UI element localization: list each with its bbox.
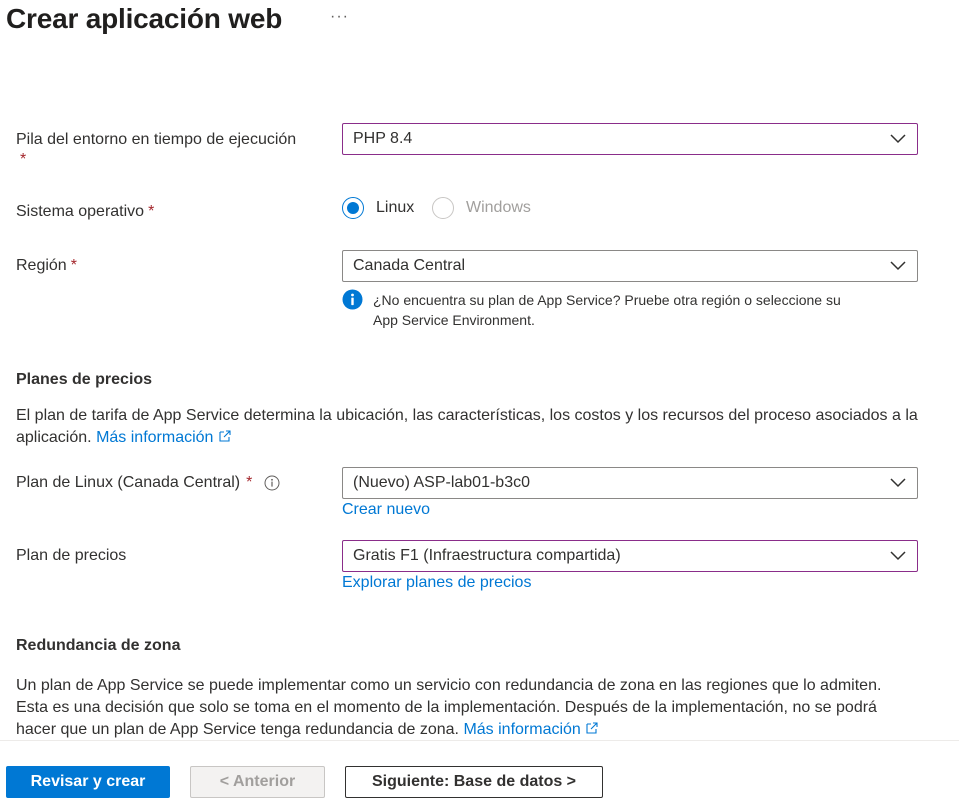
region-info-message: ¿No encuentra su plan de App Service? Pr…	[373, 290, 841, 330]
os-radio-windows-label: Windows	[466, 199, 531, 216]
os-radio-linux[interactable]: Linux	[342, 197, 414, 219]
review-create-button[interactable]: Revisar y crear	[6, 766, 170, 798]
region-info-line1: ¿No encuentra su plan de App Service? Pr…	[373, 292, 841, 308]
zone-redundancy-description: Un plan de App Service se puede implemen…	[16, 675, 906, 741]
linux-plan-label-text: Plan de Linux (Canada Central)	[16, 474, 241, 491]
required-asterisk: *	[246, 474, 253, 491]
os-label-text: Sistema operativo	[16, 203, 145, 220]
pricing-plan-value: Gratis F1 (Infraestructura compartida)	[353, 547, 621, 564]
pricing-plans-learn-more-link[interactable]: Más información	[96, 429, 232, 446]
chevron-down-icon	[889, 133, 907, 145]
create-new-plan-link[interactable]: Crear nuevo	[342, 501, 430, 519]
pricing-plan-dropdown[interactable]: Gratis F1 (Infraestructura compartida)	[342, 540, 918, 572]
required-asterisk: *	[148, 203, 155, 220]
next-database-button[interactable]: Siguiente: Base de datos >	[345, 766, 603, 798]
runtime-stack-dropdown[interactable]: PHP 8.4	[342, 123, 918, 155]
runtime-label-text: Pila del entorno en tiempo de ejecución	[16, 131, 297, 148]
os-radio-windows[interactable]: Windows	[432, 197, 531, 219]
pricing-plans-heading: Planes de precios	[16, 371, 153, 388]
linux-plan-label: Plan de Linux (Canada Central) *	[16, 474, 280, 492]
chevron-down-icon	[889, 477, 907, 489]
more-options-icon[interactable]: ···	[330, 8, 349, 26]
region-info-icon	[342, 289, 363, 315]
required-asterisk: *	[20, 151, 27, 168]
pricing-plans-description: El plan de tarifa de App Service determi…	[16, 405, 936, 449]
region-info-line2: App Service Environment.	[373, 312, 535, 328]
linux-plan-value: (Nuevo) ASP-lab01-b3c0	[353, 474, 530, 491]
region-label-text: Región	[16, 257, 67, 274]
zone-redundancy-description-text: Un plan de App Service se puede implemen…	[16, 677, 882, 738]
chevron-down-icon	[889, 260, 907, 272]
zone-redundancy-heading: Redundancia de zona	[16, 637, 181, 654]
explore-pricing-plans-link[interactable]: Explorar planes de precios	[342, 574, 531, 592]
region-dropdown[interactable]: Canada Central	[342, 250, 918, 282]
info-circle-icon[interactable]	[264, 475, 280, 491]
required-asterisk: *	[70, 257, 77, 274]
region-label: Región *	[16, 257, 77, 275]
external-link-icon	[586, 722, 598, 734]
zone-redundancy-learn-more-link[interactable]: Más información	[463, 721, 599, 738]
linux-plan-dropdown[interactable]: (Nuevo) ASP-lab01-b3c0	[342, 467, 918, 499]
page-title: Crear aplicación web	[6, 3, 283, 34]
footer-divider	[0, 740, 959, 741]
radio-selected-icon[interactable]	[342, 197, 364, 219]
os-radio-linux-label: Linux	[376, 199, 415, 216]
runtime-label: Pila del entorno en tiempo de ejecución …	[16, 130, 296, 170]
region-value: Canada Central	[353, 257, 466, 274]
external-link-icon	[219, 430, 231, 442]
chevron-down-icon	[889, 550, 907, 562]
os-label: Sistema operativo *	[16, 203, 154, 221]
radio-unselected-icon[interactable]	[432, 197, 454, 219]
pricing-plan-label: Plan de precios	[16, 547, 127, 564]
runtime-stack-value: PHP 8.4	[353, 130, 413, 147]
previous-button[interactable]: < Anterior	[190, 766, 325, 798]
